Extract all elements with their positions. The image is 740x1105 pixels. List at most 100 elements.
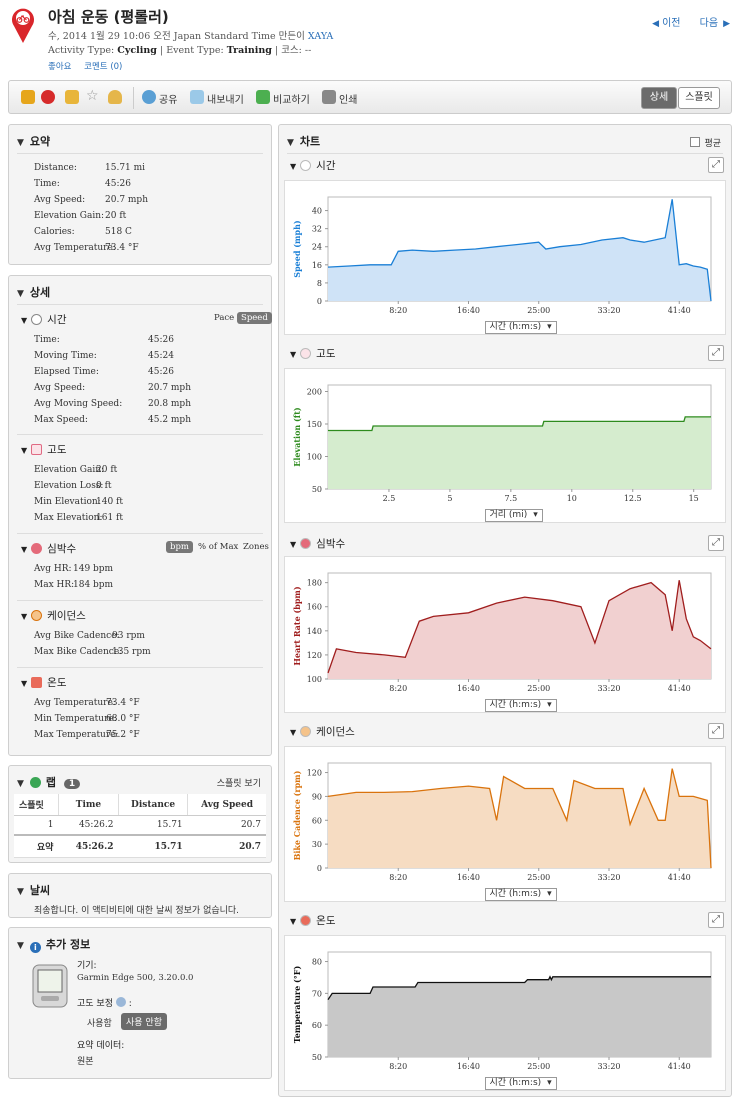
comments-link[interactable]: 코멘트 (0) xyxy=(84,62,122,72)
details-header[interactable]: ▼ 상세 xyxy=(17,284,50,300)
x-axis-select[interactable]: 시간 (h:m:s) ▾ xyxy=(484,699,557,712)
stat-value: 45:24 xyxy=(148,351,174,361)
speed-chart: 0 8 16 24 32 40 8:20 16:40 25:00 33:20 41:40 Speed … xyxy=(284,180,726,335)
x-axis-select[interactable]: 시간 (h:m:s) ▾ xyxy=(484,321,557,334)
cadence-chart-svg: 0 30 60 90 120 8:20 16:40 25:00 33:20 41:40 Bike C… xyxy=(292,762,712,882)
elevation-chart-header[interactable]: ▼ 고도 xyxy=(290,346,335,361)
stat-value: 184 bpm xyxy=(73,580,114,590)
laps-header[interactable]: ▼ 랩 1 xyxy=(17,774,81,790)
average-checkbox[interactable] xyxy=(690,137,701,147)
summary-header[interactable]: ▼ 요약 xyxy=(17,133,50,149)
x-tick-label: 33:20 xyxy=(597,306,620,315)
y-axis-label: Speed (mph) xyxy=(292,220,302,278)
speed-toggle[interactable]: Speed xyxy=(237,312,272,324)
y-axis-label: Temperature (°F) xyxy=(292,966,302,1044)
view-splits-link[interactable]: 스플릿 보기 xyxy=(217,776,261,789)
export-button[interactable]: 내보내기 xyxy=(207,91,244,106)
pace-toggle[interactable]: Pace xyxy=(210,312,238,324)
compare-button[interactable]: 비교하기 xyxy=(273,91,310,106)
edit-pencil-icon[interactable] xyxy=(21,90,35,104)
column-header[interactable]: Distance xyxy=(118,794,189,816)
heart-rate-section-header[interactable]: ▼ 심박수 xyxy=(21,541,76,556)
activity-title[interactable]: 아침 운동 (평롤러) xyxy=(48,6,169,27)
prev-link[interactable]: 이전 xyxy=(662,18,680,29)
average-toggle[interactable]: 평균 xyxy=(690,136,721,149)
percent-max-toggle[interactable]: % of Max xyxy=(194,541,242,553)
summary-label: Distance: xyxy=(34,163,77,173)
export-icon[interactable] xyxy=(190,90,204,104)
stat-label: Max Speed: xyxy=(34,415,88,425)
like-link[interactable]: 좋아요 xyxy=(48,62,71,72)
share-button[interactable]: 공유 xyxy=(159,91,177,106)
table-row[interactable]: 1 45:26.2 15.71 20.7 xyxy=(14,815,266,836)
stat-value: 93 rpm xyxy=(112,631,145,641)
delete-icon[interactable] xyxy=(41,90,55,104)
x-tick-label: 5 xyxy=(447,494,452,503)
activity-date-line: 수, 2014 1월 29 10:06 오전 Japan Standard Ti… xyxy=(48,31,334,42)
stat-value: 45.2 mph xyxy=(148,415,191,425)
expand-chart-icon[interactable]: ⤢ xyxy=(708,723,724,739)
stat-label: Min Temperature: xyxy=(34,714,117,724)
favorite-star-icon[interactable]: ☆ xyxy=(86,89,100,104)
column-header[interactable]: Time xyxy=(58,794,119,816)
y-tick-label: 160 xyxy=(307,603,322,612)
x-tick-label: 2.5 xyxy=(383,494,396,503)
elevation-section-header[interactable]: ▼ 고도 xyxy=(21,442,66,457)
x-tick-label: 16:40 xyxy=(457,306,480,315)
elevation-correction-on[interactable]: 사용함 xyxy=(87,1016,112,1029)
help-icon[interactable] xyxy=(115,997,126,1007)
temperature-chart-header[interactable]: ▼ 온도 xyxy=(290,913,335,928)
heart_rate-chart-header[interactable]: ▼ 심박수 xyxy=(290,536,345,551)
elevation-correction-off[interactable]: 사용 안함 xyxy=(121,1013,167,1030)
column-header[interactable]: Avg Speed xyxy=(187,794,266,816)
zones-toggle[interactable]: Zones xyxy=(239,541,273,553)
x-axis-select[interactable]: 거리 (mi) ▾ xyxy=(484,509,543,522)
expand-chart-icon[interactable]: ⤢ xyxy=(708,535,724,551)
user-badge-icon[interactable] xyxy=(108,90,122,104)
details-panel: ▼ 상세 ▼ 시간 Pace Speed Time: 45:26 Moving Tim… xyxy=(8,275,272,756)
prev-arrow-icon[interactable]: ◀ xyxy=(652,19,659,29)
summary-value: 20.7 mph xyxy=(105,195,148,205)
chart-section-title: 케이던스 xyxy=(316,726,355,738)
stat-label: Max HR: xyxy=(34,580,75,590)
lock-icon[interactable] xyxy=(65,90,79,104)
x-axis-select[interactable]: 시간 (h:m:s) ▾ xyxy=(484,888,557,901)
divider xyxy=(17,153,263,154)
bpm-toggle[interactable]: bpm xyxy=(166,541,193,553)
lap-cell: 20.7 xyxy=(187,815,266,836)
stat-label: Avg Temperature: xyxy=(34,698,116,708)
weather-header[interactable]: ▼ 날씨 xyxy=(17,882,50,898)
share-icon[interactable] xyxy=(142,90,156,104)
column-header[interactable]: 스플릿 xyxy=(14,794,59,816)
stat-label: Max Bike Cadence: xyxy=(34,647,123,657)
divider xyxy=(17,304,263,305)
expand-chart-icon[interactable]: ⤢ xyxy=(708,157,724,173)
y-tick-label: 120 xyxy=(307,769,322,778)
y-tick-label: 100 xyxy=(307,453,322,462)
more-info-header[interactable]: ▼ i 추가 정보 xyxy=(17,936,90,953)
temperature-section-header[interactable]: ▼ 온도 xyxy=(21,675,66,690)
view-split-tab[interactable]: 스플릿 xyxy=(678,87,720,109)
y-axis-label: Elevation (ft) xyxy=(292,407,302,467)
compare-icon[interactable] xyxy=(256,90,270,104)
print-icon[interactable] xyxy=(322,90,336,104)
view-detail-tab[interactable]: 상세 xyxy=(641,87,677,109)
laps-table: 스플릿 Time Distance Avg Speed 1 45:26.2 15… xyxy=(14,794,266,858)
print-button[interactable]: 인쇄 xyxy=(339,91,357,106)
expand-chart-icon[interactable]: ⤢ xyxy=(708,912,724,928)
next-arrow-icon[interactable]: ▶ xyxy=(723,19,730,29)
elevation-icon xyxy=(300,348,312,359)
x-axis-select[interactable]: 시간 (h:m:s) ▾ xyxy=(484,1077,557,1090)
summary-label: Elevation Gain: xyxy=(34,211,105,221)
next-link[interactable]: 다음 xyxy=(700,18,718,29)
social-links: 좋아요 코멘트 (0) xyxy=(48,60,132,72)
charts-header[interactable]: ▼ 차트 xyxy=(287,133,320,149)
activity-type-line: Activity Type: Cycling | Event Type: Tra… xyxy=(48,45,312,56)
speed-chart-header[interactable]: ▼ 시간 xyxy=(290,158,335,173)
expand-chart-icon[interactable]: ⤢ xyxy=(708,345,724,361)
weather-panel: ▼ 날씨 죄송합니다. 이 액티비티에 대한 날씨 정보가 없습니다. xyxy=(8,873,272,918)
author-link[interactable]: XAYA xyxy=(308,31,333,42)
cadence-chart-header[interactable]: ▼ 케이던스 xyxy=(290,724,355,739)
cadence-section-header[interactable]: ▼ 케이던스 xyxy=(21,608,86,623)
time-section-header[interactable]: ▼ 시간 xyxy=(21,312,66,327)
